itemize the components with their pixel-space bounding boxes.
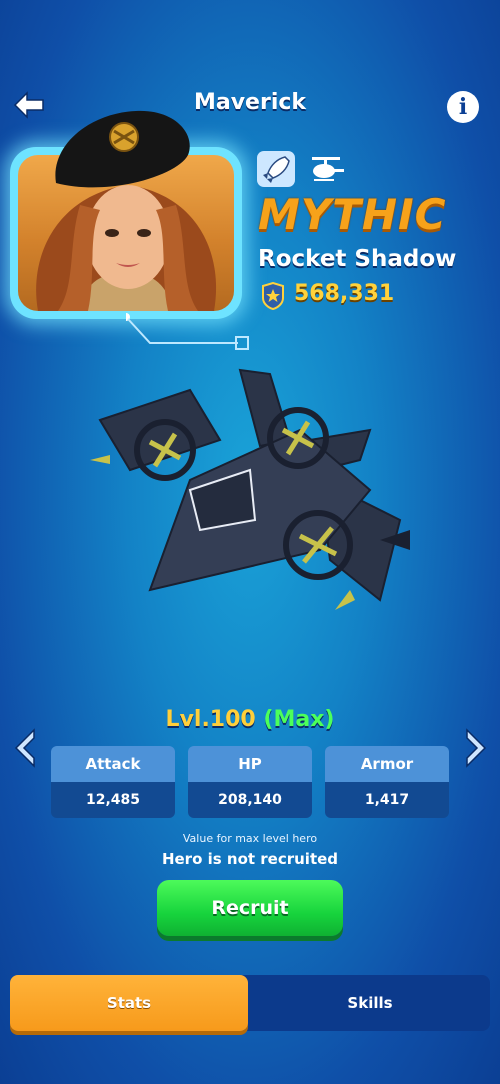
stat-value: 208,140 [188,782,312,818]
portrait-connector [126,313,249,350]
stat-value: 1,417 [325,782,449,818]
tab-stats[interactable]: Stats [10,975,248,1031]
hero-power: 568,331 [294,281,395,306]
stat-value: 12,485 [51,782,175,818]
stat-card-armor: Armor 1,417 [325,746,449,818]
info-icon[interactable]: i [447,91,479,123]
stat-card-hp: HP 208,140 [188,746,312,818]
stat-label: HP [188,746,312,782]
stat-card-attack: Attack 12,485 [51,746,175,818]
rocket-icon[interactable] [257,151,295,187]
aircraft-model [90,368,410,610]
hero-type: Rocket Shadow [258,246,457,272]
hero-level: Lvl.100 (Max) [0,707,500,732]
recruit-button[interactable]: Recruit [157,880,343,936]
stat-label: Armor [325,746,449,782]
beret-icon [55,110,190,188]
recruit-status: Hero is not recruited [161,850,339,868]
max-level-note: Value for max level hero [182,832,318,845]
level-max: (Max) [263,707,335,732]
level-label: Lvl.100 [165,707,256,732]
helicopter-icon[interactable] [306,151,344,187]
next-hero-arrow-icon[interactable] [463,728,489,768]
power-star-icon [262,282,284,310]
tab-skills[interactable]: Skills [250,975,490,1031]
hero-rarity: MYTHIC [258,190,447,239]
stat-label: Attack [51,746,175,782]
prev-hero-arrow-icon[interactable] [12,728,38,768]
